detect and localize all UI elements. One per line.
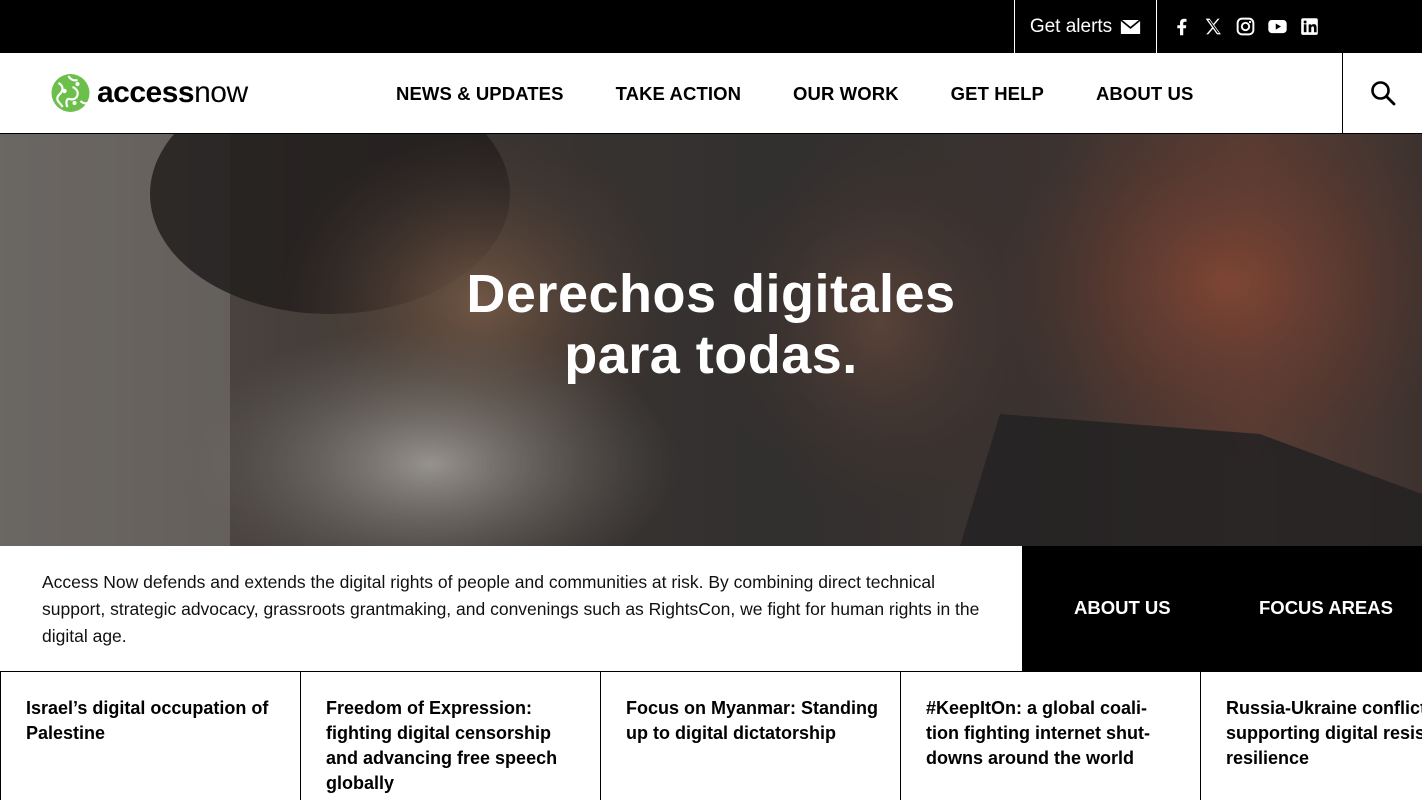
main-nav: NEWS & UPDATES TAKE ACTION OUR WORK GET … <box>396 53 1245 134</box>
focus-card-title: Israel’s digital occupation of Palestine <box>26 698 269 743</box>
x-icon[interactable] <box>1202 16 1224 38</box>
nav-news-updates[interactable]: NEWS & UPDATES <box>396 83 564 105</box>
focus-card-title: Russia-Ukraine conflict: supporting digi… <box>1226 698 1422 768</box>
intro-section: Access Now defends and extends the digit… <box>0 546 1022 672</box>
social-links <box>1170 0 1320 53</box>
search-button[interactable] <box>1342 53 1422 133</box>
search-icon <box>1370 81 1395 106</box>
focus-areas-link[interactable]: FOCUS AREAS <box>1259 597 1393 619</box>
linkedin-icon[interactable] <box>1298 16 1320 38</box>
logo-wordmark: accessnow <box>97 76 248 109</box>
youtube-icon[interactable] <box>1266 16 1288 38</box>
hero-title: Derechos digitales para todas. <box>0 264 1422 386</box>
get-alerts-button[interactable]: Get alerts <box>1014 0 1157 53</box>
facebook-icon[interactable] <box>1170 16 1192 38</box>
focus-card[interactable]: Freedom of Expression: fighting digital … <box>300 672 600 800</box>
hero-banner: Derechos digitales para todas. <box>0 134 1422 546</box>
intro-text: Access Now defends and extends the digit… <box>42 572 980 646</box>
focus-card[interactable]: Focus on Myanmar: Standing up to digital… <box>600 672 900 800</box>
nav-our-work[interactable]: OUR WORK <box>793 83 899 105</box>
logo[interactable]: accessnow <box>50 73 248 113</box>
globe-logo-icon <box>51 74 90 112</box>
top-bar: Get alerts <box>0 0 1422 53</box>
focus-card[interactable]: #KeepItOn: a global coali- tion fighting… <box>900 672 1200 800</box>
focus-card[interactable]: Russia-Ukraine conflict: supporting digi… <box>1200 672 1422 800</box>
hero-title-line-1: Derechos digitales <box>466 264 956 324</box>
site-header: accessnow NEWS & UPDATES TAKE ACTION OUR… <box>0 53 1422 134</box>
focus-card-title: Freedom of Expression: fighting digital … <box>326 698 558 793</box>
instagram-icon[interactable] <box>1234 16 1256 38</box>
focus-card-title: #KeepItOn: a global coali- tion fighting… <box>926 698 1150 768</box>
focus-card[interactable]: Israel’s digital occupation of Palestine <box>0 672 300 800</box>
focus-cards: Israel’s digital occupation of Palestine… <box>0 672 1422 800</box>
nav-about-us[interactable]: ABOUT US <box>1096 83 1193 105</box>
nav-get-help[interactable]: GET HELP <box>951 83 1044 105</box>
intro-links: ABOUT US FOCUS AREAS <box>1022 546 1422 672</box>
about-us-link[interactable]: ABOUT US <box>1074 597 1171 619</box>
focus-card-title: Focus on Myanmar: Standing up to digital… <box>626 698 879 743</box>
envelope-icon <box>1120 18 1141 34</box>
hero-title-line-2: para todas. <box>564 325 858 385</box>
get-alerts-label: Get alerts <box>1029 15 1113 37</box>
nav-take-action[interactable]: TAKE ACTION <box>616 83 741 105</box>
